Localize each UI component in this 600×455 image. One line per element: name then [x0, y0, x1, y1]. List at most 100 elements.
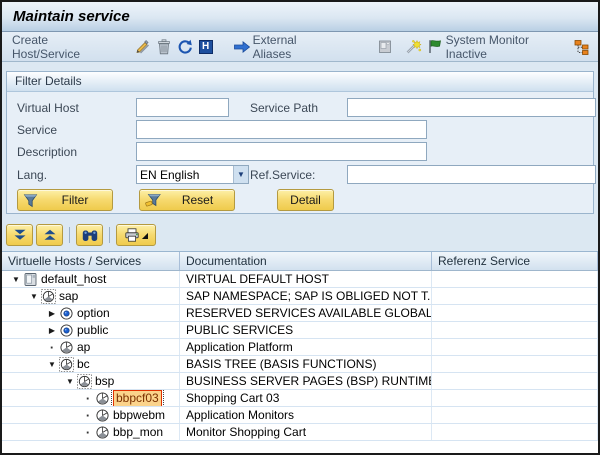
node-name[interactable]: public: [77, 323, 108, 338]
binoculars-icon: [82, 229, 98, 242]
expand-marker[interactable]: ·: [46, 340, 58, 355]
node-name[interactable]: option: [77, 306, 110, 321]
node-cell: ▶ option: [2, 305, 180, 321]
language-label: Lang.: [17, 168, 47, 182]
legend-icon[interactable]: H: [195, 36, 216, 58]
table-row[interactable]: ▼ sap SAP NAMESPACE; SAP IS OBLIGED NOT …: [2, 288, 598, 305]
table-row[interactable]: ▼ default_host VIRTUAL DEFAULT HOST: [2, 271, 598, 288]
find-button[interactable]: [76, 224, 103, 246]
service-icon: [94, 425, 110, 440]
refresh-icon[interactable]: [174, 36, 195, 58]
expand-marker[interactable]: ·: [82, 391, 94, 406]
ref-service-cell: [432, 356, 598, 372]
detail-button[interactable]: Detail: [277, 189, 334, 211]
expand-marker[interactable]: ▼: [28, 292, 40, 301]
expand-subtree-button[interactable]: [6, 224, 33, 246]
documentation-cell: Monitor Shopping Cart: [180, 424, 432, 440]
ref-service-cell: [432, 339, 598, 355]
filter-button[interactable]: Filter: [17, 189, 113, 211]
ref-service-cell: [432, 373, 598, 389]
system-monitor-label: System Monitor Inactive: [446, 33, 568, 61]
ref-service-input[interactable]: [347, 165, 596, 184]
table-row[interactable]: · ap Application Platform: [2, 339, 598, 356]
documentation-cell: BASIS TREE (BASIS FUNCTIONS): [180, 356, 432, 372]
print-button[interactable]: ◢: [116, 224, 156, 246]
node-cell: · bbpcf03: [2, 390, 180, 406]
description-label: Description: [17, 145, 77, 159]
node-name[interactable]: bsp: [95, 374, 114, 389]
filter-details-panel: Filter Details Virtual Host Service Path…: [6, 71, 594, 214]
ref-service-cell: [432, 271, 598, 287]
expand-marker[interactable]: ·: [82, 408, 94, 423]
table-row[interactable]: ▼ bc BASIS TREE (BASIS FUNCTIONS): [2, 356, 598, 373]
tree-table-header: Virtuelle Hosts / Services Documentation…: [2, 252, 598, 271]
node-name[interactable]: bbpcf03: [113, 390, 162, 406]
reference-icon: [58, 306, 74, 321]
column-header-documentation[interactable]: Documentation: [180, 252, 432, 270]
ref-service-cell: [432, 390, 598, 406]
hierarchy-icon[interactable]: [571, 36, 592, 58]
node-cell: · ap: [2, 339, 180, 355]
table-row[interactable]: · bbpcf03 Shopping Cart 03: [2, 390, 598, 407]
node-cell: ▼ sap: [2, 288, 180, 304]
table-row[interactable]: ▶ public PUBLIC SERVICES: [2, 322, 598, 339]
window-titlebar: Maintain service: [2, 2, 598, 32]
service-icon: [58, 357, 74, 372]
service-path-input[interactable]: [347, 98, 596, 117]
service-input[interactable]: [136, 120, 427, 139]
service-icon: [58, 340, 74, 355]
wizard-wand-icon[interactable]: [403, 36, 424, 58]
node-cell: ▶ public: [2, 322, 180, 338]
delete-icon[interactable]: [153, 36, 174, 58]
transport-icon: [375, 36, 396, 58]
service-icon: [94, 408, 110, 423]
collapse-subtree-button[interactable]: [36, 224, 63, 246]
virtual-host-label: Virtual Host: [17, 101, 79, 115]
node-name[interactable]: bbp_mon: [113, 425, 163, 440]
reset-button-label: Reset: [161, 193, 234, 207]
documentation-cell: SAP NAMESPACE; SAP IS OBLIGED NOT T...: [180, 288, 432, 304]
node-name[interactable]: default_host: [41, 272, 106, 287]
documentation-cell: VIRTUAL DEFAULT HOST: [180, 271, 432, 287]
reset-button[interactable]: Reset: [139, 189, 235, 211]
column-header-hosts-services[interactable]: Virtuelle Hosts / Services: [2, 252, 180, 270]
filter-details-title: Filter Details: [7, 72, 593, 92]
expand-marker[interactable]: ▼: [64, 377, 76, 386]
expand-marker[interactable]: ▶: [46, 309, 58, 318]
node-name[interactable]: bc: [77, 357, 90, 372]
node-name[interactable]: sap: [59, 289, 78, 304]
services-tree-table: Virtuelle Hosts / Services Documentation…: [2, 251, 598, 453]
filter-details-body: Virtual Host Service Path Service Descri…: [7, 92, 593, 213]
description-input[interactable]: [136, 142, 427, 161]
documentation-cell: Application Platform: [180, 339, 432, 355]
service-icon: [76, 374, 92, 389]
virtual-host-input[interactable]: [136, 98, 229, 117]
edit-icon[interactable]: [132, 36, 153, 58]
node-name[interactable]: bbpwebm: [113, 408, 165, 423]
system-monitor-button[interactable]: System Monitor Inactive: [424, 31, 571, 63]
documentation-cell: PUBLIC SERVICES: [180, 322, 432, 338]
table-row[interactable]: · bbpwebm Application Monitors: [2, 407, 598, 424]
ref-service-cell: [432, 424, 598, 440]
expand-marker[interactable]: ▼: [46, 360, 58, 369]
table-row[interactable]: ▶ option RESERVED SERVICES AVAILABLE GLO…: [2, 305, 598, 322]
service-path-label: Service Path: [250, 101, 318, 115]
external-aliases-label: External Aliases: [253, 33, 334, 61]
expand-marker[interactable]: ·: [82, 425, 94, 440]
column-header-referenz-service[interactable]: Referenz Service: [432, 252, 598, 270]
table-row[interactable]: ▼ bsp BUSINESS SERVER PAGES (BSP) RUNTIM…: [2, 373, 598, 390]
node-cell: · bbp_mon: [2, 424, 180, 440]
expand-marker[interactable]: ▶: [46, 326, 58, 335]
double-up-icon: [43, 229, 57, 241]
service-icon: [94, 391, 110, 406]
tree-table-body: ▼ default_host VIRTUAL DEFAULT HOST ▼ sa…: [2, 271, 598, 453]
expand-marker[interactable]: ▼: [10, 275, 22, 284]
right-arrow-icon: [233, 36, 251, 58]
documentation-cell: Application Monitors: [180, 407, 432, 423]
node-name[interactable]: ap: [77, 340, 90, 355]
print-menu-arrow-icon[interactable]: ◢: [142, 231, 148, 240]
table-row[interactable]: · bbp_mon Monitor Shopping Cart: [2, 424, 598, 441]
external-aliases-button[interactable]: External Aliases: [230, 31, 337, 63]
language-select[interactable]: EN English ▼: [136, 165, 249, 184]
create-host-service-button[interactable]: Create Host/Service: [8, 31, 119, 63]
